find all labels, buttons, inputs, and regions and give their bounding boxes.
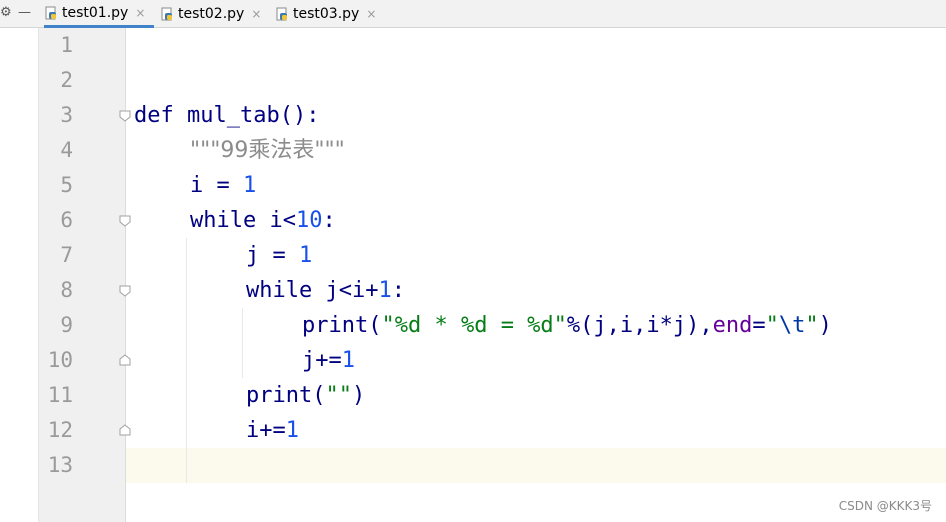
left-gutter bbox=[0, 28, 38, 522]
code-line-11: print("") bbox=[246, 383, 366, 408]
settings-icon[interactable]: ⚙ bbox=[0, 5, 12, 20]
line-number: 5 bbox=[60, 173, 73, 197]
line-number-gutter: 1 2 3 4 5 6 7 8 9 10 11 12 13 bbox=[38, 28, 131, 522]
indent-guide bbox=[242, 308, 243, 378]
code-editor[interactable]: def mul_tab(): """99乘法表""" i = 1 while i… bbox=[126, 28, 946, 522]
line-number: 7 bbox=[60, 243, 73, 267]
line-number: 10 bbox=[47, 348, 73, 372]
line-number: 13 bbox=[47, 453, 73, 477]
code-line-6: while i<10: bbox=[190, 208, 336, 233]
code-line-3: def mul_tab(): bbox=[134, 103, 320, 128]
tab-label: test03.py bbox=[293, 6, 360, 22]
indent-guide bbox=[186, 238, 187, 483]
tab-test02[interactable]: test02.py × bbox=[160, 0, 261, 28]
line-number: 11 bbox=[47, 383, 73, 407]
close-icon[interactable]: × bbox=[135, 6, 145, 20]
code-line-10: j+=1 bbox=[302, 348, 355, 373]
code-line-7: j = 1 bbox=[246, 243, 313, 268]
line-number: 1 bbox=[60, 33, 73, 57]
close-icon[interactable]: × bbox=[251, 7, 261, 21]
tab-label: test02.py bbox=[178, 6, 245, 22]
line-number: 8 bbox=[60, 278, 73, 302]
minimize-icon[interactable]: — bbox=[18, 5, 31, 20]
code-line-4: """99乘法表""" bbox=[190, 138, 345, 163]
tab-test01[interactable]: test01.py × bbox=[44, 0, 154, 28]
code-line-8: while j<i+1: bbox=[246, 278, 405, 303]
line-number: 2 bbox=[60, 68, 73, 92]
line-number: 9 bbox=[60, 313, 73, 337]
python-file-icon bbox=[275, 7, 289, 21]
tab-test03[interactable]: test03.py × bbox=[275, 0, 376, 28]
line-number: 3 bbox=[60, 103, 73, 127]
python-file-icon bbox=[160, 7, 174, 21]
watermark: CSDN @KKK3号 bbox=[838, 499, 932, 513]
line-number: 12 bbox=[47, 418, 73, 442]
code-line-9: print("%d * %d = %d"%(j,i,i*j),end="\t") bbox=[302, 313, 832, 338]
editor-tab-bar: ⚙ — test01.py × test02.py × test03.py × bbox=[0, 0, 946, 28]
close-icon[interactable]: × bbox=[366, 7, 376, 21]
current-line-highlight bbox=[126, 448, 946, 483]
line-number: 4 bbox=[60, 138, 73, 162]
python-file-icon bbox=[44, 6, 58, 20]
code-line-5: i = 1 bbox=[190, 173, 257, 198]
tab-label: test01.py bbox=[62, 4, 129, 21]
line-number: 6 bbox=[60, 208, 73, 232]
code-line-12: i+=1 bbox=[246, 418, 299, 443]
